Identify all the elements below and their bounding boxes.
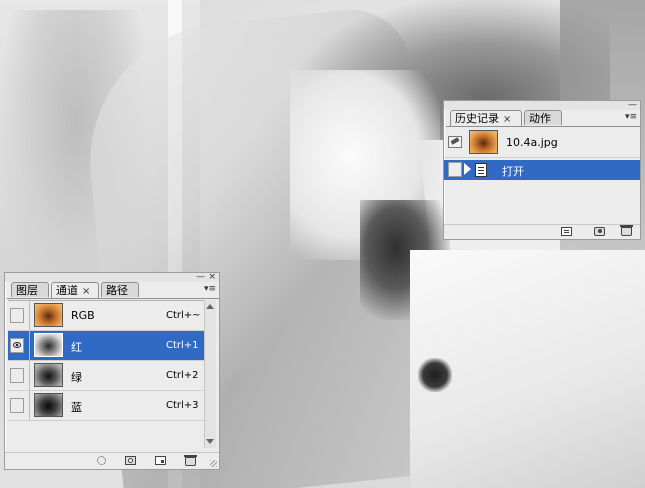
resize-grip[interactable] <box>210 460 217 467</box>
channel-name: RGB <box>71 309 95 322</box>
eye-icon[interactable] <box>10 338 24 353</box>
new-document-from-state-icon[interactable] <box>561 227 572 236</box>
visibility-toggle[interactable] <box>10 308 24 323</box>
new-channel-icon[interactable] <box>155 456 166 465</box>
channel-shortcut: Ctrl+~ <box>166 310 201 321</box>
tab-paths[interactable]: 路径 <box>101 282 139 297</box>
channel-thumbnail <box>34 303 63 327</box>
tab-history-label: 历史记录 <box>455 112 499 125</box>
row-divider <box>29 391 30 420</box>
channels-list: RGB Ctrl+~ 红 Ctrl+1 绿 Ctrl+2 蓝 Ctrl+3 <box>8 300 204 449</box>
channels-panel-titlebar[interactable]: — × <box>5 273 219 282</box>
panel-minimize-button[interactable]: — <box>628 101 637 110</box>
history-brush-icon[interactable] <box>448 136 462 148</box>
scroll-up-icon[interactable] <box>206 304 214 309</box>
history-snapshot[interactable]: 10.4a.jpg <box>444 128 640 158</box>
new-snapshot-icon[interactable] <box>594 227 605 236</box>
tab-channels[interactable]: 通道 × <box>51 282 99 298</box>
panel-menu-icon[interactable]: ▾≡ <box>625 112 637 122</box>
row-divider <box>29 331 30 360</box>
channels-bottom-bar <box>5 452 219 469</box>
panel-minimize-button[interactable]: — <box>196 273 205 282</box>
history-tabs: 历史记录 × 动作 <box>446 110 640 127</box>
tattoo <box>418 358 452 392</box>
history-panel: — 历史记录 × 动作 ▾≡ 10.4a.jpg 打开 <box>443 100 641 240</box>
channel-row-green[interactable]: 绿 Ctrl+2 <box>8 361 204 391</box>
tab-close-icon[interactable]: × <box>82 286 90 297</box>
visibility-toggle[interactable] <box>10 398 24 413</box>
tab-actions[interactable]: 动作 <box>524 110 562 125</box>
panel-menu-icon[interactable]: ▾≡ <box>204 284 216 294</box>
channel-thumbnail <box>34 363 63 387</box>
visibility-toggle[interactable] <box>10 368 24 383</box>
save-selection-icon[interactable] <box>125 456 136 465</box>
history-state-label: 打开 <box>502 165 524 178</box>
tab-layers-label: 图层 <box>16 284 38 297</box>
channel-row-red[interactable]: 红 Ctrl+1 <box>8 331 204 361</box>
state-pointer-icon[interactable] <box>464 163 471 175</box>
history-bottom-bar <box>444 224 640 239</box>
channels-scrollbar[interactable] <box>204 300 216 448</box>
row-divider <box>29 301 30 330</box>
channels-panel: — × 图层 通道 × 路径 ▾≡ RGB Ctrl+~ 红 Ctrl+1 绿 … <box>4 272 220 470</box>
channel-thumbnail <box>34 333 63 357</box>
history-brush-source-box[interactable] <box>448 162 462 177</box>
tab-layers[interactable]: 图层 <box>11 282 49 297</box>
document-icon <box>475 163 487 177</box>
delete-icon[interactable] <box>620 225 633 236</box>
channels-tabs: 图层 通道 × 路径 <box>7 282 219 299</box>
channel-row-rgb[interactable]: RGB Ctrl+~ <box>8 301 204 331</box>
channel-shortcut: Ctrl+1 <box>166 340 199 351</box>
channel-name: 蓝 <box>71 401 82 414</box>
tab-close-icon[interactable]: × <box>503 114 511 125</box>
channel-shortcut: Ctrl+3 <box>166 400 199 411</box>
history-panel-titlebar[interactable]: — <box>444 101 640 110</box>
row-divider <box>29 361 30 390</box>
tab-paths-label: 路径 <box>106 284 128 297</box>
channel-row-blue[interactable]: 蓝 Ctrl+3 <box>8 391 204 421</box>
tab-actions-label: 动作 <box>529 112 551 125</box>
snapshot-name: 10.4a.jpg <box>506 136 558 149</box>
panel-close-button[interactable]: × <box>208 273 216 282</box>
load-selection-icon[interactable] <box>97 456 106 465</box>
channel-shortcut: Ctrl+2 <box>166 370 199 381</box>
scroll-down-icon[interactable] <box>206 439 214 444</box>
snapshot-thumbnail <box>469 130 498 154</box>
history-state-open[interactable]: 打开 <box>444 160 640 180</box>
channel-name: 绿 <box>71 371 82 384</box>
delete-channel-icon[interactable] <box>184 455 197 466</box>
channel-thumbnail <box>34 393 63 417</box>
tab-history[interactable]: 历史记录 × <box>450 110 522 126</box>
channel-name: 红 <box>71 341 82 354</box>
tab-channels-label: 通道 <box>56 284 78 297</box>
